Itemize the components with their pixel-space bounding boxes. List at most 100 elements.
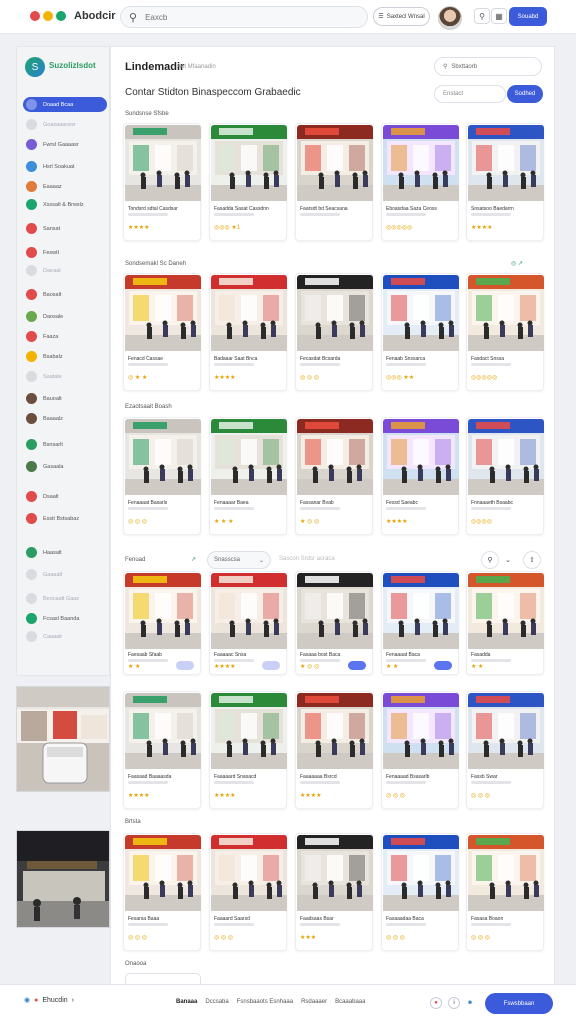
sidebar-item[interactable]: Xsssalt & Brwslz	[23, 197, 107, 212]
sidebar-item[interactable]: Baosalt	[23, 287, 107, 302]
close-dot-icon[interactable]	[30, 11, 40, 21]
store-card[interactable]: Fasdact Snssa ◎◎◎◎◎	[466, 273, 544, 391]
store-card[interactable]: Faarsdt bd Seacsana	[295, 123, 373, 241]
sidebar-item[interactable]: Essit Bstsabaz	[23, 511, 107, 526]
user-avatar[interactable]	[438, 6, 462, 30]
section-more-icon[interactable]: ◎ ↗	[511, 260, 523, 267]
store-card[interactable]: Faaaaac Snsa ★★★★	[209, 571, 287, 675]
sidebar-item[interactable]: Bsabalz	[23, 349, 107, 364]
store-card[interactable]: Fecasdat Bcsarda ◎ ◎ ◎	[295, 273, 373, 391]
bottom-left-group[interactable]: ◉ ● Ehucdin ›	[24, 996, 74, 1005]
store-meta-line	[471, 213, 511, 216]
bottom-primary-button[interactable]: Fswsbbaan	[485, 993, 553, 1014]
category-icon	[26, 613, 37, 624]
global-search[interactable]: ⚲	[120, 6, 368, 28]
card-action-button[interactable]	[348, 661, 366, 670]
store-meta-line	[300, 507, 340, 510]
store-card[interactable]: Fenaaaat Basarls ◎ ◎ ◎	[123, 417, 201, 535]
store-card[interactable]: Fenaab Snssarca ◎◎◎ ★★	[381, 273, 459, 391]
sort-dropdown[interactable]: Snasscsa ⌄	[207, 551, 271, 569]
filter-button[interactable]: Sodhed	[507, 85, 543, 103]
filter-pill-button[interactable]: ☰ Saxtecl Wnsal	[373, 7, 430, 26]
search-input[interactable]	[145, 12, 346, 22]
search-icon[interactable]: ⚲	[481, 551, 499, 569]
search-icon-button[interactable]: ⚲	[474, 8, 490, 24]
store-card[interactable]: Tondsrd sdtal Casdsar ★★★★	[123, 123, 201, 241]
store-card[interactable]: Faasaad Baaaasda ★★★★	[123, 691, 201, 809]
card-action-button[interactable]	[176, 661, 194, 670]
store-card[interactable]: Fenaaaad Bsasarlb ◎ ◎ ◎	[381, 691, 459, 809]
store-card[interactable]: Fenacd Cassae ◎ ★ ★	[123, 273, 201, 391]
store-photo	[468, 125, 544, 201]
store-meta-line	[128, 923, 168, 926]
store-card[interactable]: Faaaaard Snasacd ★★★★	[209, 691, 287, 809]
store-card[interactable]: Badaaar Saat Bnca ★★★★	[209, 273, 287, 391]
content-search[interactable]: ⚲ Sbxttaorb	[434, 57, 542, 76]
sidebar-item[interactable]: Bauoalt	[23, 391, 107, 406]
bottom-link[interactable]: Bcaaabaaa	[335, 999, 365, 1005]
store-card[interactable]: Faaaard Saarsd ◎ ◎ ◎	[209, 833, 287, 951]
bottom-link[interactable]: Rsdaaaer	[301, 999, 327, 1005]
store-card[interactable]: Snsatsoo Baedarrn ★★★★	[466, 123, 544, 241]
store-card[interactable]: Fenaaaat Baca ★ ★	[381, 571, 459, 675]
store-card[interactable]: Fasadda ★ ★	[466, 571, 544, 675]
info-icon[interactable]: i	[448, 997, 460, 1009]
sidebar-item[interactable]: Hsrl Soakuat	[23, 159, 107, 174]
store-card[interactable]: Fasaaadaa Baca ◎ ◎ ◎	[381, 833, 459, 951]
filter-input[interactable]: Enstact	[434, 85, 506, 103]
bottom-link[interactable]: Dccsaba	[205, 999, 228, 1005]
store-card[interactable]: Fasaaa bost Baca ★ ◎ ◎	[295, 571, 373, 675]
sidebar-item[interactable]: Doaad Bcaa	[23, 97, 107, 112]
sidebar-item[interactable]: Dsaalt	[23, 489, 107, 504]
sidebar-item[interactable]: Gaaaalt	[23, 567, 107, 582]
sidebar-item[interactable]: Goazaaacesr	[23, 117, 107, 132]
sidebar-item[interactable]: Haasalt	[23, 545, 107, 560]
sidebar-item[interactable]: Caaaalr	[23, 629, 107, 644]
sidebar-item[interactable]: Beocaalt Gaaz	[23, 591, 107, 606]
minimize-dot-icon[interactable]	[43, 11, 53, 21]
store-photo	[383, 275, 459, 351]
bottom-left-label: Ehucdin	[42, 996, 68, 1004]
card-action-button[interactable]	[434, 661, 452, 670]
store-card[interactable]: Fessd Saeabc ★★★★	[381, 417, 459, 535]
store-meta-line	[471, 659, 511, 662]
store-photo	[383, 835, 459, 911]
maximize-dot-icon[interactable]	[56, 11, 66, 21]
category-icon	[26, 247, 37, 258]
store-card[interactable]: Fenaaaar Baea ★ ★ ★	[209, 417, 287, 535]
store-card[interactable]: Fassanar Bvab ★ ◎ ◎	[295, 417, 373, 535]
store-card[interactable]: Fasadda Sasat Cassdnn ◎◎◎ ★1	[209, 123, 287, 241]
sidebar-item[interactable]: Saatale	[23, 369, 107, 384]
sidebar-item[interactable]: Bsnsarlt	[23, 437, 107, 452]
record-icon[interactable]: ●	[430, 997, 442, 1009]
store-card[interactable]: Fasasa Boaon ◎ ◎ ◎	[466, 833, 544, 951]
sidebar-item[interactable]: Feswtl	[23, 245, 107, 260]
sidebar-item[interactable]: Fcsasl Baanda	[23, 611, 107, 626]
app-brand: Abodcir	[74, 10, 116, 22]
share-icon[interactable]: ⇧	[523, 551, 541, 569]
bottom-link[interactable]: Fsnsbaaots Esnhaaa	[237, 999, 293, 1005]
sidebar-item[interactable]: Baaaalz	[23, 411, 107, 426]
category-icon	[26, 181, 37, 192]
store-card[interactable]: Fesarsa Baaa ◎ ◎ ◎	[123, 833, 201, 951]
top-primary-button[interactable]: Souabd	[509, 7, 547, 26]
bottom-link[interactable]: Banaaa	[176, 999, 197, 1005]
store-card[interactable]: Faesaab Sfaab ★ ★	[123, 571, 201, 675]
sidebar-item[interactable]: Daosale	[23, 309, 107, 324]
sidebar-item[interactable]: Daeaat	[23, 263, 107, 278]
store-card[interactable]: Faadsaas Bsar ★★★	[295, 833, 373, 951]
sidebar-item[interactable]: Faaza	[23, 329, 107, 344]
sidebar-item[interactable]: Eaaaaz	[23, 179, 107, 194]
store-card[interactable]: Fassb Swar ◎ ◎ ◎	[466, 691, 544, 809]
sidebar-item[interactable]: Sansat	[23, 221, 107, 236]
store-card[interactable]: Fnnaaaeth Bsaabc ◎◎◎◎	[466, 417, 544, 535]
card-action-button[interactable]	[262, 661, 280, 670]
user-icon[interactable]: ☻	[464, 997, 476, 1009]
rating-stars: ★★★	[300, 935, 317, 941]
chevron-down-icon[interactable]: ⌄	[499, 551, 517, 569]
store-card[interactable]: Faaaaaaa Bsrcd ★★★★	[295, 691, 373, 809]
store-card[interactable]: Eboasdaa Saza Ceoss ◎◎◎◎◎	[381, 123, 459, 241]
grid-icon-button[interactable]: ▦	[491, 8, 507, 24]
sidebar-item[interactable]: Gasaala	[23, 459, 107, 474]
sidebar-item[interactable]: Fwrsl Gaaaasr	[23, 137, 107, 152]
